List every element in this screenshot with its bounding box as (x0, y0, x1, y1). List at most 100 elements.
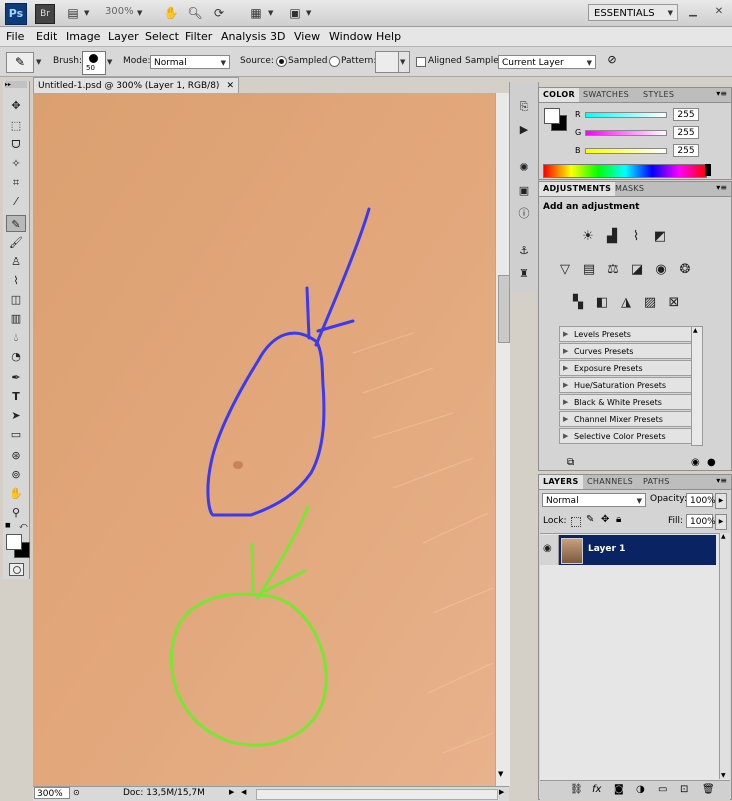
hand-tool-icon[interactable]: ✋ (6, 485, 26, 502)
preset-channel-mixer[interactable]: ▶ Channel Mixer Presets (559, 411, 700, 427)
close-icon[interactable]: ✕ (712, 5, 726, 19)
layer-visibility-toggle[interactable]: ◉ (540, 535, 559, 565)
type-tool-icon[interactable]: T (6, 388, 26, 405)
ignore-adjustment-layers-icon[interactable]: ⊘ (605, 53, 619, 67)
exposure-icon[interactable]: ◩ (652, 229, 668, 245)
brightness-contrast-icon[interactable]: ☀ (580, 229, 596, 245)
info-panel-icon[interactable]: ⓘ (516, 206, 532, 222)
quick-selection-tool-icon[interactable]: ✧ (6, 155, 26, 172)
panel-menu-icon[interactable]: ▾≡ (716, 89, 727, 98)
sampled-radio[interactable] (276, 56, 287, 67)
preset-black-white[interactable]: ▶ Black & White Presets (559, 394, 700, 410)
brush-picker[interactable]: 50 (82, 51, 106, 75)
menu-file[interactable]: File (6, 30, 24, 43)
hand-tool-icon[interactable]: ✋ (163, 5, 179, 21)
brushes-panel-icon[interactable]: ♜ (516, 266, 532, 282)
pattern-radio[interactable] (329, 56, 340, 67)
curves-icon[interactable]: ⌇ (628, 229, 644, 245)
channel-g-slider[interactable] (585, 130, 667, 136)
3d-rotate-tool-icon[interactable]: ⊛ (6, 447, 26, 464)
workspace-switcher[interactable]: ESSENTIALS ▼ (588, 4, 678, 21)
tab-paths[interactable]: PATHS (639, 475, 674, 489)
color-ramp-black[interactable] (705, 164, 711, 176)
channel-mixer-icon[interactable]: ❂ (677, 262, 693, 278)
preset-exposure[interactable]: ▶ Exposure Presets (559, 360, 700, 376)
black-white-icon[interactable]: ◪ (629, 262, 645, 278)
foreground-color-swatch[interactable] (6, 534, 22, 550)
screen-mode-icon[interactable]: ▣ (287, 5, 303, 21)
lock-all-icon[interactable]: 🔒︎ (616, 514, 621, 525)
channel-r-value[interactable]: 255 (673, 108, 699, 121)
scroll-right-icon[interactable]: ▶ (499, 788, 504, 796)
clone-stamp-tool-icon[interactable]: ♙ (6, 253, 26, 270)
minimize-icon[interactable]: ▁ (686, 5, 700, 19)
marquee-tool-icon[interactable]: ⬚ (6, 117, 26, 134)
new-layer-icon[interactable]: ⊡ (680, 784, 688, 795)
path-selection-tool-icon[interactable]: ➤ (6, 407, 26, 424)
swap-colors-icon[interactable]: ⤺ (19, 521, 28, 531)
chevron-down-icon[interactable]: ▼ (107, 58, 112, 66)
chevron-down-icon[interactable]: ▼ (268, 9, 273, 17)
tab-adjustments[interactable]: ADJUSTMENTS (539, 182, 616, 196)
status-info-icon[interactable]: ⊙ (73, 788, 80, 797)
vibrance-icon[interactable]: ▽ (557, 262, 573, 278)
menu-edit[interactable]: Edit (36, 30, 57, 43)
channel-g-value[interactable]: 255 (673, 126, 699, 139)
fill-slider-button[interactable]: ▶ (715, 514, 727, 530)
panel-menu-icon[interactable]: ▾≡ (716, 183, 727, 192)
close-document-icon[interactable]: ✕ (226, 78, 234, 94)
aligned-checkbox[interactable] (416, 57, 426, 67)
eraser-tool-icon[interactable]: ◫ (6, 291, 26, 308)
eyedropper-tool-icon[interactable]: ⁄ (6, 193, 26, 210)
color-ramp[interactable] (543, 164, 707, 178)
tool-preset-picker[interactable]: ✎ (6, 52, 34, 73)
opacity-slider-button[interactable]: ▶ (715, 493, 727, 509)
layer-row[interactable]: ◉ Layer 1 (540, 535, 716, 565)
preset-levels[interactable]: ▶ Levels Presets (559, 326, 700, 342)
pen-tool-icon[interactable]: ✒ (6, 369, 26, 386)
tab-layers[interactable]: LAYERS (539, 475, 583, 489)
zoom-level[interactable]: 300% (105, 6, 134, 17)
zoom-tool-icon[interactable]: 🔍︎ (187, 5, 203, 21)
lock-transparent-icon[interactable] (571, 517, 581, 527)
lock-image-icon[interactable]: ✎ (586, 514, 594, 525)
menu-analysis[interactable]: Analysis (221, 30, 266, 43)
scroll-up-icon[interactable]: ▲ (721, 533, 726, 540)
mode-select[interactable]: Normal ▼ (150, 55, 230, 69)
preset-hue-saturation[interactable]: ▶ Hue/Saturation Presets (559, 377, 700, 393)
lasso-tool-icon[interactable]: ᗜ (6, 136, 26, 153)
visibility-toggle-icon[interactable]: ◉ (691, 457, 700, 468)
status-menu-icon[interactable]: ▶ (229, 788, 234, 796)
bridge-button[interactable]: Br (35, 4, 55, 24)
crop-tool-icon[interactable]: ⌗ (6, 174, 26, 191)
selective-color-icon[interactable]: ⊠ (666, 295, 682, 311)
blur-tool-icon[interactable]: 💧︎ (6, 329, 26, 346)
menu-image[interactable]: Image (66, 30, 100, 43)
menu-help[interactable]: Help (376, 30, 401, 43)
menu-window[interactable]: Window (329, 30, 372, 43)
lock-position-icon[interactable]: ✥ (601, 514, 609, 525)
color-foreground-swatch[interactable] (544, 108, 560, 124)
document-tab[interactable]: Untitled-1.psd @ 300% (Layer 1, RGB/8) ✕ (33, 77, 239, 93)
fill-field[interactable]: 100% (686, 514, 716, 528)
tab-color[interactable]: COLOR (539, 88, 579, 102)
horizontal-scrollbar[interactable] (256, 789, 498, 800)
chevron-down-icon[interactable]: ▼ (84, 9, 89, 17)
scroll-down-icon[interactable]: ▼ (721, 772, 726, 779)
posterize-icon[interactable]: ◧ (594, 295, 610, 311)
delete-layer-icon[interactable]: 🗑︎ (702, 784, 715, 795)
gradient-tool-icon[interactable]: ▥ (6, 310, 26, 327)
default-colors-icon[interactable]: ◼ (5, 521, 11, 529)
scroll-left-icon[interactable]: ◀ (241, 788, 246, 796)
tab-swatches[interactable]: SWATCHES (579, 88, 633, 102)
blend-mode-select[interactable]: Normal ▼ (542, 493, 646, 507)
3d-panel-icon[interactable]: ✺ (516, 160, 532, 176)
scroll-up-icon[interactable]: ▲ (693, 327, 698, 334)
panel-menu-icon[interactable]: ▾≡ (716, 476, 727, 485)
chevron-down-icon[interactable]: ▼ (306, 9, 311, 17)
gradient-map-icon[interactable]: ▨ (642, 295, 658, 311)
shape-tool-icon[interactable]: ▭ (6, 426, 26, 443)
color-balance-icon[interactable]: ⚖ (605, 262, 621, 278)
menu-layer[interactable]: Layer (108, 30, 139, 43)
move-tool-icon[interactable]: ✥ (6, 97, 26, 114)
